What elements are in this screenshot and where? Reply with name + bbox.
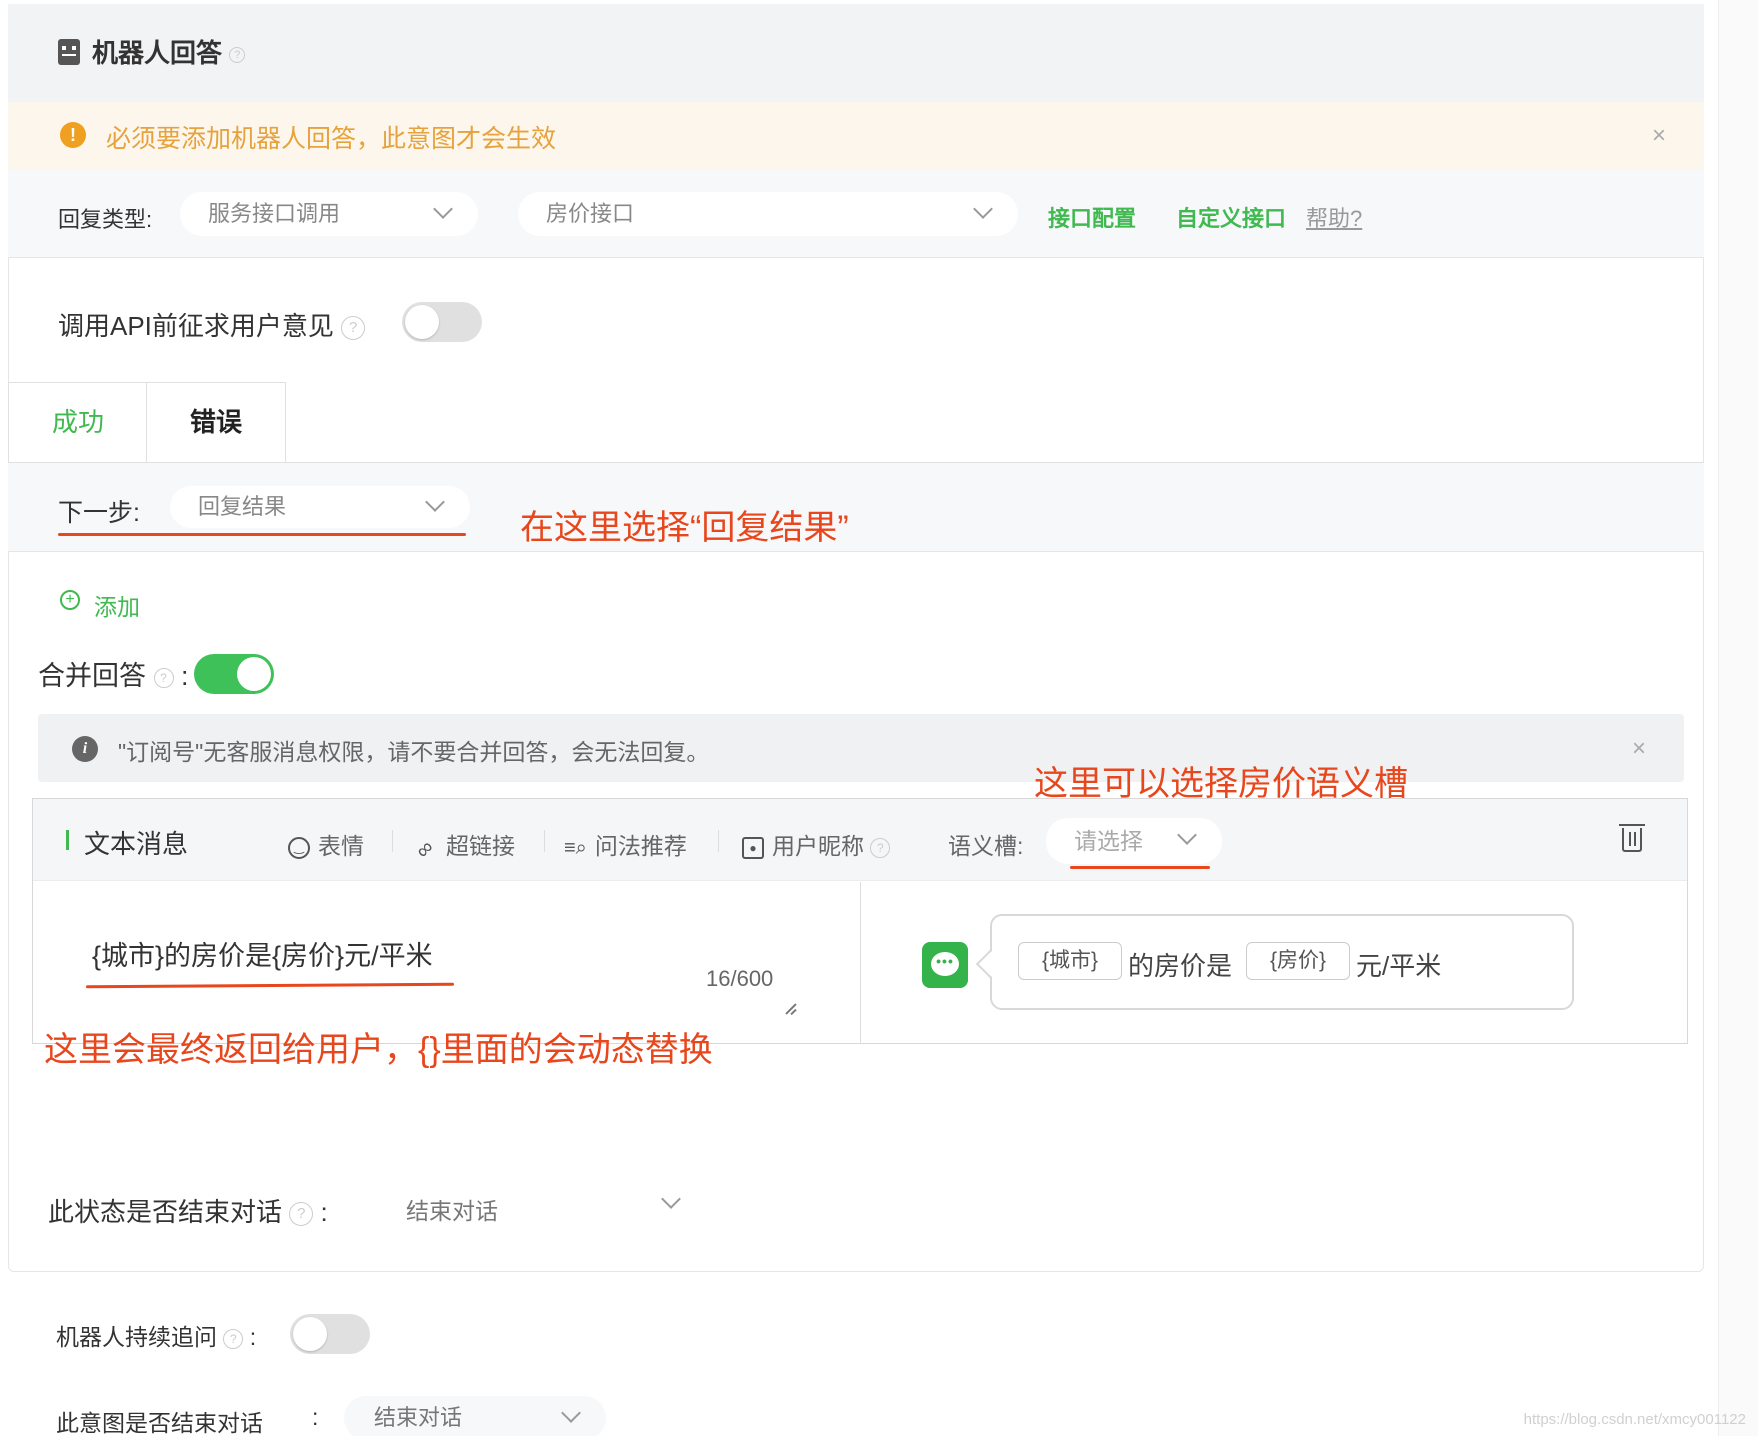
chevron-down-icon <box>425 492 445 512</box>
consent-label: 调用API前征求用户意见 <box>58 311 334 341</box>
tab-error-label: 错误 <box>189 407 242 437</box>
char-counter: 16/600 <box>706 966 774 991</box>
preview-text-mid: 的房价是 <box>1128 951 1233 981</box>
close-icon[interactable]: × <box>1632 735 1646 763</box>
preview-text-end: 元/平米 <box>1356 951 1442 981</box>
recommend-tool[interactable]: ≡⌕ 问法推荐 <box>564 827 687 861</box>
panel-title: 机器人回答 ? <box>92 33 246 70</box>
info-text: "订阅号"无客服消息权限，请不要合并回答，会无法回复。 <box>118 739 710 765</box>
preview-chip-city: {城市} <box>1018 942 1122 980</box>
help-icon[interactable]: ? <box>289 1202 314 1227</box>
intent-end-value: 结束对话 <box>374 1405 463 1430</box>
help-icon[interactable]: ? <box>229 47 246 64</box>
slot-select[interactable]: 请选择 <box>1046 818 1222 864</box>
merge-label: 合并回答 <box>38 661 146 691</box>
end-state-colon: : <box>320 1197 328 1227</box>
message-type-marker <box>66 830 69 850</box>
user-card-icon: ● <box>742 836 764 859</box>
reply-type-value: 服务接口调用 <box>208 201 341 226</box>
emoji-tool-label: 表情 <box>318 833 364 859</box>
annotation-return: 这里会最终返回给用户，{}里面的会动态替换 <box>44 1031 713 1069</box>
help-icon[interactable]: ? <box>341 316 366 341</box>
help-icon[interactable]: ? <box>223 1328 244 1349</box>
smile-icon: ‿ <box>288 836 310 859</box>
help-link[interactable]: 帮助? <box>1306 201 1362 233</box>
interface-config-link[interactable]: 接口配置 <box>1048 201 1136 233</box>
slot-label: 语义槽: <box>948 833 1024 859</box>
help-icon[interactable]: ? <box>870 837 891 858</box>
chevron-down-icon <box>661 1189 681 1209</box>
next-step-value: 回复结果 <box>198 494 287 519</box>
toolbar-divider <box>718 830 719 852</box>
chevron-down-icon <box>973 199 993 219</box>
plus-circle-icon[interactable]: + <box>60 590 80 610</box>
panel-header <box>8 4 1704 102</box>
preview-chip-price: {房价} <box>1246 942 1350 980</box>
robot-followup-row: 机器人持续追问 ? : <box>56 1318 256 1352</box>
hyperlink-tool-label: 超链接 <box>446 833 515 859</box>
merge-colon: : <box>181 661 189 691</box>
robot-icon <box>58 39 80 65</box>
warning-icon: ! <box>60 122 86 148</box>
merge-toggle[interactable] <box>194 654 274 694</box>
interface-value: 房价接口 <box>546 201 635 226</box>
hyperlink-tool[interactable]: ∞ 超链接 <box>410 827 515 863</box>
chevron-down-icon <box>1177 825 1197 845</box>
consent-row: 调用API前征求用户意见 ? <box>58 306 366 343</box>
annotation-underline <box>58 533 466 536</box>
emoji-tool[interactable]: ‿ 表情 <box>288 827 364 861</box>
interface-select[interactable]: 房价接口 <box>518 192 1018 236</box>
toolbar-divider <box>392 830 393 852</box>
intent-end-label: 此意图是否结束对话 <box>56 1410 263 1436</box>
next-step-label: 下一步: <box>58 499 140 527</box>
recommend-tool-label: 问法推荐 <box>594 833 687 859</box>
toolbar-divider <box>544 830 545 852</box>
robot-followup-colon: : <box>249 1324 257 1350</box>
info-icon: i <box>72 736 98 762</box>
trash-icon[interactable] <box>1619 824 1645 852</box>
nickname-tool[interactable]: ● 用户昵称 ? <box>742 827 891 861</box>
add-button[interactable]: 添加 <box>94 588 140 622</box>
end-state-select[interactable]: 结束对话 <box>376 1182 706 1228</box>
search-list-icon: ≡⌕ <box>564 837 587 859</box>
reply-type-select[interactable]: 服务接口调用 <box>180 192 478 236</box>
end-state-value: 结束对话 <box>406 1198 498 1224</box>
wechat-icon <box>922 942 968 988</box>
robot-followup-toggle[interactable] <box>290 1314 370 1354</box>
message-type-label: 文本消息 <box>84 829 189 859</box>
editor-preview-divider <box>860 882 861 1044</box>
slot-placeholder: 请选择 <box>1074 828 1143 854</box>
reply-type-label: 回复类型: <box>58 207 153 232</box>
tab-error[interactable]: 错误 <box>146 382 286 462</box>
tab-success-label: 成功 <box>51 407 104 437</box>
end-state-label: 此状态是否结束对话 <box>48 1197 283 1227</box>
help-icon[interactable]: ? <box>153 667 174 688</box>
scrollbar-track[interactable] <box>1718 0 1758 1436</box>
intent-end-colon: : <box>312 1404 319 1430</box>
close-icon[interactable]: × <box>1652 122 1666 150</box>
annotation-underline <box>1070 866 1210 869</box>
robot-followup-label: 机器人持续追问 <box>56 1324 217 1350</box>
panel-title-text: 机器人回答 <box>92 38 223 68</box>
nickname-tool-label: 用户昵称 <box>772 833 864 859</box>
watermark-text: https://blog.csdn.net/xmcy001122 <box>1523 1411 1746 1428</box>
merge-row: 合并回答 ? : <box>38 654 189 693</box>
annotation-next-step: 在这里选择“回复结果” <box>520 509 849 547</box>
chevron-down-icon <box>433 199 453 219</box>
chevron-down-icon <box>561 1403 581 1423</box>
custom-interface-link[interactable]: 自定义接口 <box>1176 201 1286 233</box>
resize-handle[interactable] <box>782 1000 798 1016</box>
end-state-row: 此状态是否结束对话 ? : <box>48 1192 328 1229</box>
intent-end-select[interactable]: 结束对话 <box>344 1396 606 1436</box>
next-step-select[interactable]: 回复结果 <box>170 486 470 528</box>
link-icon: ∞ <box>410 834 439 864</box>
warning-text: 必须要添加机器人回答，此意图才会生效 <box>106 125 557 153</box>
message-content-input[interactable]: {城市}的房价是{房价}元/平米 <box>92 934 433 973</box>
tab-success[interactable]: 成功 <box>8 382 148 462</box>
consent-toggle[interactable] <box>402 302 482 342</box>
